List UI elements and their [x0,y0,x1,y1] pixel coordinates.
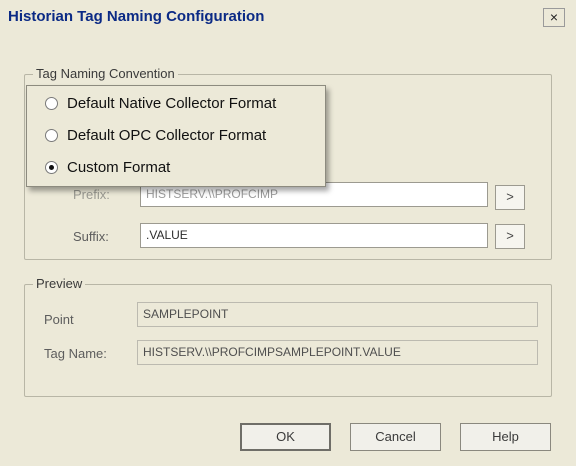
preview-group-label: Preview [33,276,86,291]
title-bar: Historian Tag Naming Configuration × [0,0,576,32]
close-button[interactable]: × [543,8,565,27]
point-field: SAMPLEPOINT [137,302,538,327]
suffix-insert-button[interactable]: > [495,224,525,249]
point-label: Point [44,312,74,327]
tag-name-field: HISTSERV.\\PROFCIMPSAMPLEPOINT.VALUE [137,340,538,365]
radio-button-checked-icon [45,161,58,174]
prefix-label: Prefix: [73,187,110,202]
tag-naming-group-label: Tag Naming Convention [33,66,178,81]
dialog-window: Historian Tag Naming Configuration × Tag… [0,0,576,466]
radio-custom-format-label: Custom Format [67,159,171,176]
radio-native-format-label: Default Native Collector Format [67,95,277,112]
prefix-insert-button[interactable]: > [495,185,525,210]
ok-button[interactable]: OK [240,423,331,451]
help-button[interactable]: Help [460,423,551,451]
dialog-title: Historian Tag Naming Configuration [8,8,265,25]
cancel-button[interactable]: Cancel [350,423,441,451]
radio-opc-format-label: Default OPC Collector Format [67,127,267,144]
suffix-label: Suffix: [73,229,109,244]
close-icon: × [549,9,559,25]
radio-button-icon [45,129,58,142]
suffix-field[interactable]: .VALUE [140,223,488,248]
radio-button-icon [45,97,58,110]
format-options-popup: Default Native Collector Format Default … [26,85,326,187]
tag-name-label: Tag Name: [44,346,107,361]
